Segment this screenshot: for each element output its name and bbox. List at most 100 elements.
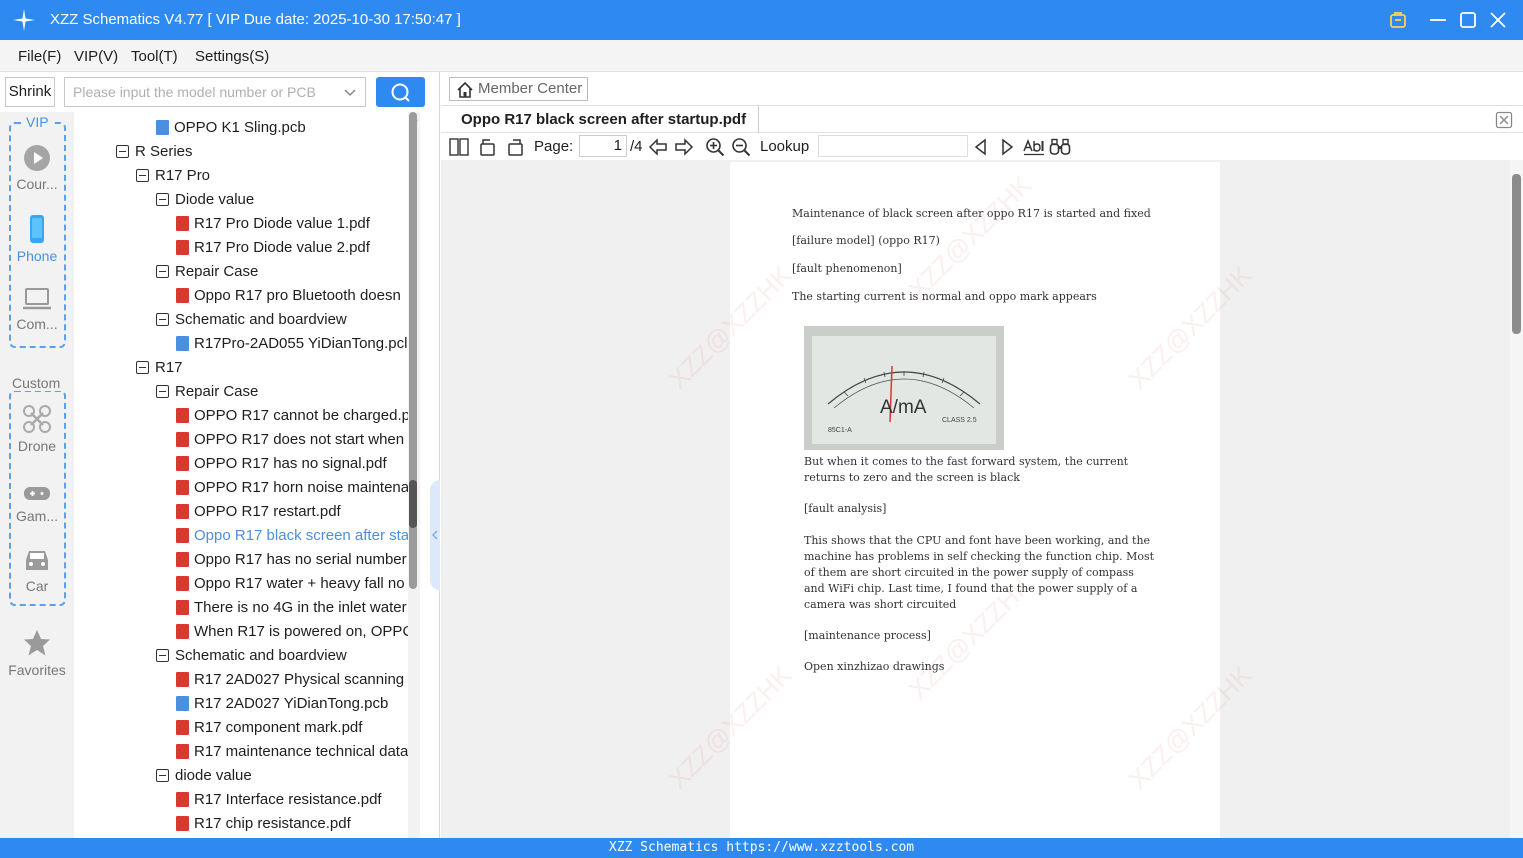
tree-file[interactable]: R17 2AD027 Physical scanning i: [176, 668, 408, 692]
ammeter-model: 85C1-A: [828, 427, 852, 434]
tree-file[interactable]: OPPO R17 restart.pdf: [176, 500, 341, 524]
tree-file[interactable]: OPPO K1 Sling.pcb: [156, 116, 306, 140]
nav-course[interactable]: Cour...: [0, 144, 74, 192]
tree-file[interactable]: R17 Interface resistance.pdf: [176, 788, 382, 812]
tree-file[interactable]: When R17 is powered on, OPPC: [176, 620, 408, 644]
tree-file[interactable]: R17 component mark.pdf: [176, 716, 362, 740]
maximize-button[interactable]: [1457, 9, 1479, 31]
tree-folder[interactable]: R17 Pro: [136, 164, 210, 188]
tree-file[interactable]: R17 Pro Diode value 2.pdf: [176, 236, 370, 260]
document-tab[interactable]: Oppo R17 black screen after startup.pdf: [449, 106, 760, 133]
nav-computer[interactable]: Com...: [0, 286, 74, 332]
zoom-out-icon[interactable]: [731, 137, 751, 157]
tree-file[interactable]: R17Pro-2AD055 YiDianTong.pcl: [176, 332, 407, 356]
tree-label: Repair Case: [175, 263, 259, 280]
minimize-button[interactable]: [1427, 9, 1449, 31]
nav-car[interactable]: Car: [0, 546, 74, 594]
collapse-icon[interactable]: [156, 385, 169, 398]
tree-file[interactable]: Oppo R17 pro Bluetooth doesn: [176, 284, 401, 308]
tree-file[interactable]: OPPO R17 cannot be charged.p: [176, 404, 408, 428]
menu-vip[interactable]: VIP(V): [74, 48, 118, 65]
tree-file[interactable]: OPPO R17 horn noise maintena: [176, 476, 408, 500]
chevron-down-icon[interactable]: [343, 86, 357, 100]
tree-label: R17 2AD027 Physical scanning i: [194, 671, 408, 688]
tree-label: R17 2AD027 YiDianTong.pcb: [194, 695, 389, 712]
collapse-icon[interactable]: [116, 145, 129, 158]
tree-folder[interactable]: Repair Case: [156, 380, 258, 404]
tree-label: Schematic and boardview: [175, 311, 347, 328]
model-search-input[interactable]: [65, 78, 325, 106]
collapse-icon[interactable]: [156, 649, 169, 662]
two-page-view-icon[interactable]: [449, 138, 469, 156]
ammeter-illustration: A/mA 85C1-A CLASS 2.5: [804, 326, 1004, 450]
tree-folder[interactable]: diode value: [156, 764, 252, 788]
tree-file[interactable]: There is no 4G in the inlet water: [176, 596, 407, 620]
rotate-right-icon[interactable]: [505, 137, 525, 157]
pdf-file-icon: [176, 600, 189, 615]
tree-scrollbar[interactable]: [408, 112, 420, 838]
pcb-file-icon: [176, 336, 189, 351]
search-button[interactable]: [376, 77, 425, 107]
page-number-input[interactable]: 1: [579, 135, 627, 157]
tree-label: R17 maintenance technical data: [194, 743, 408, 760]
pdf-canvas[interactable]: XZZ@XZZHK XZZ@XZZHK XZZ@XZZHK XZZ@XZZHK …: [441, 160, 1523, 838]
collapse-icon[interactable]: [156, 193, 169, 206]
previous-page-icon[interactable]: [648, 138, 668, 156]
viewer-scrollbar-thumb[interactable]: [1512, 174, 1521, 334]
watermark: XZZ@XZZHK: [662, 259, 798, 395]
collapse-icon[interactable]: [136, 361, 149, 374]
binoculars-icon[interactable]: [1049, 138, 1071, 156]
tree-folder[interactable]: Diode value: [156, 188, 254, 212]
zoom-in-icon[interactable]: [705, 137, 725, 157]
panel-collapse-tab[interactable]: [430, 480, 440, 590]
tree-file[interactable]: R17 maintenance technical data: [176, 740, 408, 764]
tree-file[interactable]: R17 Pro Diode value 1.pdf: [176, 212, 370, 236]
lookup-input[interactable]: [818, 135, 968, 157]
pdf-file-icon: [176, 624, 189, 639]
tree-label: Oppo R17 has no serial number: [194, 551, 407, 568]
menu-settings[interactable]: Settings(S): [195, 48, 269, 65]
home-icon: [457, 81, 473, 98]
tree-file[interactable]: R17 chip resistance.pdf: [176, 812, 351, 836]
viewer-scrollbar[interactable]: [1510, 160, 1523, 838]
tree-file[interactable]: Oppo R17 black screen after sta: [176, 524, 408, 548]
model-search-box: [64, 77, 366, 107]
vip-bag-icon[interactable]: [1387, 9, 1409, 31]
tree-folder[interactable]: R Series: [116, 140, 193, 164]
tree-file[interactable]: OPPO R17 has no signal.pdf: [176, 452, 387, 476]
tree-file[interactable]: Oppo R17 water + heavy fall no: [176, 572, 405, 596]
shrink-button[interactable]: Shrink: [5, 77, 55, 107]
nav-phone[interactable]: Phone: [0, 214, 74, 264]
menu-tool[interactable]: Tool(T): [131, 48, 178, 65]
collapse-icon[interactable]: [156, 313, 169, 326]
nav-drone[interactable]: Drone: [0, 404, 74, 454]
menu-file[interactable]: File(F): [18, 48, 61, 65]
tree-folder[interactable]: Schematic and boardview: [156, 644, 347, 668]
nav-favorites[interactable]: Favorites: [0, 628, 74, 678]
collapse-icon[interactable]: [136, 169, 149, 182]
tree-scrollbar-handle[interactable]: [409, 480, 417, 528]
custom-group-label: Custom: [10, 375, 63, 391]
tree-folder[interactable]: Repair Case: [156, 260, 258, 284]
member-center-button[interactable]: Member Center: [449, 77, 588, 101]
find-next-icon[interactable]: [999, 138, 1015, 156]
doc-line: and WiFi chip. Last time, I found that t…: [804, 582, 1138, 595]
tree-folder[interactable]: R17: [136, 356, 183, 380]
tree-label: OPPO R17 has no signal.pdf: [194, 455, 387, 472]
collapse-icon[interactable]: [156, 769, 169, 782]
collapse-icon[interactable]: [156, 265, 169, 278]
match-case-icon[interactable]: [1023, 138, 1045, 156]
doc-line: camera was short circuited: [804, 598, 957, 611]
tree-file[interactable]: Oppo R17 has no serial number: [176, 548, 407, 572]
nav-course-label: Cour...: [16, 176, 58, 192]
next-page-icon[interactable]: [674, 138, 694, 156]
close-tab-icon[interactable]: [1495, 111, 1513, 129]
tree-file[interactable]: R17 2AD027 YiDianTong.pcb: [176, 692, 388, 716]
pdf-file-icon: [176, 528, 189, 543]
find-previous-icon[interactable]: [973, 138, 989, 156]
tree-folder[interactable]: Schematic and boardview: [156, 308, 347, 332]
nav-game[interactable]: Gam...: [0, 482, 74, 524]
rotate-left-icon[interactable]: [478, 137, 498, 157]
tree-file[interactable]: OPPO R17 does not start when: [176, 428, 404, 452]
close-button[interactable]: [1487, 9, 1509, 31]
